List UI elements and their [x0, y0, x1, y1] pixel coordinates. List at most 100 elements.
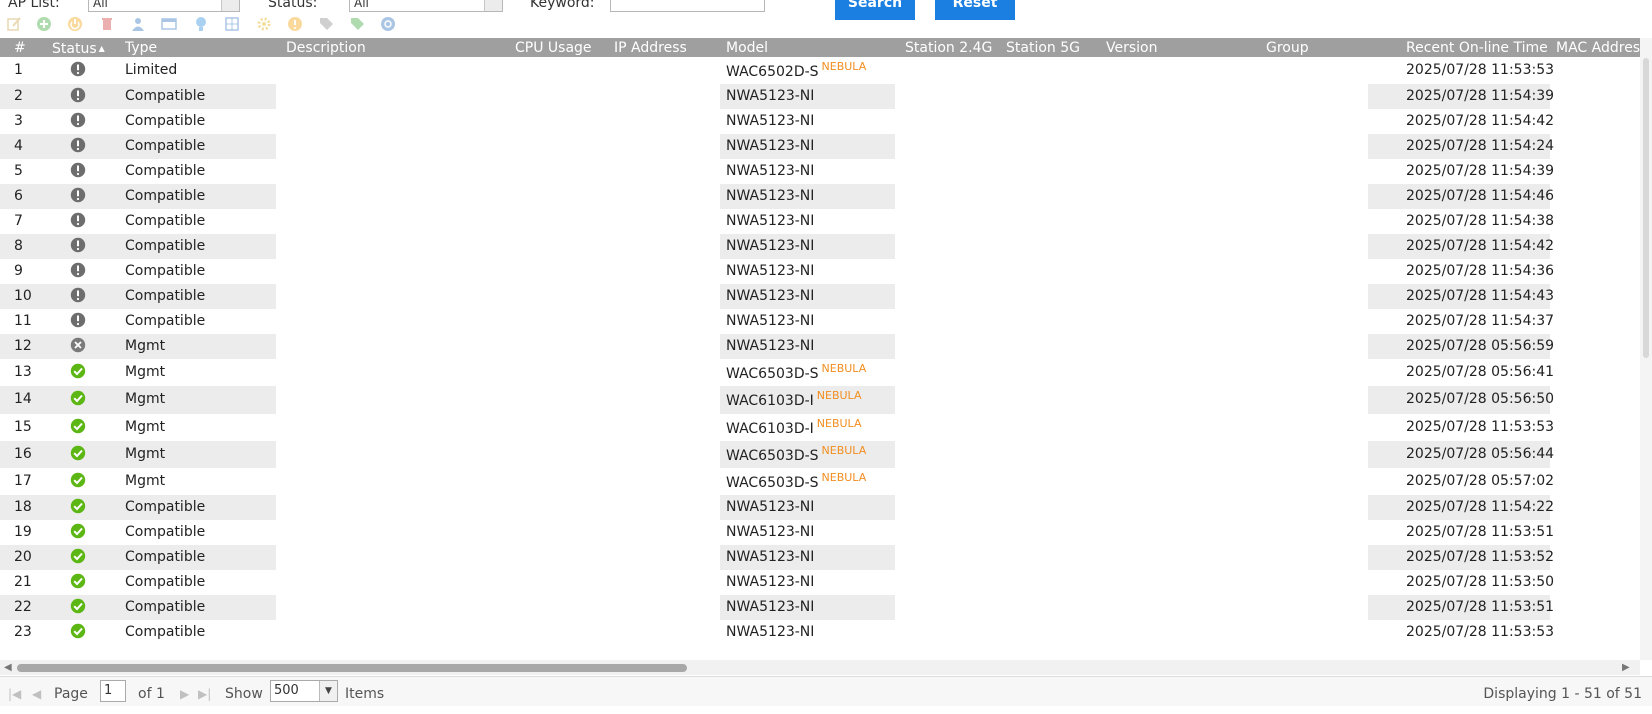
warning-icon[interactable] [287, 16, 303, 32]
table-row[interactable]: 14 Mgmt WAC6103D-I NEBULA 2025/07/28 05:56:5… [0, 386, 1648, 414]
table-row[interactable]: 15 Mgmt WAC6103D-I NEBULA 2025/07/28 11:53:5… [0, 414, 1648, 441]
table-row[interactable]: 13 Mgmt WAC6503D-S NEBULA 2025/07/28 05:56:4… [0, 359, 1648, 386]
col-header-mac-address[interactable]: MAC Address [1556, 38, 1648, 57]
power-icon[interactable] [67, 16, 83, 32]
table-row[interactable]: 12 Mgmt NWA5123-NI 2025/07/28 05:56:59 [0, 334, 1648, 359]
row-model: WAC6503D-S NEBULA [726, 444, 866, 464]
exclamation-icon [70, 287, 86, 303]
lightbulb-icon[interactable] [193, 16, 209, 32]
table-row[interactable]: 16 Mgmt WAC6503D-S NEBULA 2025/07/28 05:56:4… [0, 441, 1648, 468]
table-row[interactable]: 22 Compatible NWA5123-NI 2025/07/28 11:53:5… [0, 595, 1648, 620]
table-row[interactable]: 21 Compatible NWA5123-NI 2025/07/28 11:53:5… [0, 570, 1648, 595]
keyword-input[interactable] [610, 0, 765, 12]
row-number: 10 [14, 288, 32, 304]
col-header-description[interactable]: Description [286, 38, 366, 57]
row-model: NWA5123-NI [726, 88, 814, 104]
row-model: WAC6503D-S NEBULA [726, 471, 866, 491]
ap-list-select[interactable]: All [88, 0, 240, 12]
vertical-scrollbar-thumb[interactable] [1643, 58, 1649, 358]
col-header-cpu-usage[interactable]: CPU Usage [515, 38, 592, 57]
row-model: WAC6103D-I NEBULA [726, 389, 861, 409]
row-recent-online-time: 2025/07/28 11:54:24 [1406, 138, 1555, 154]
row-number: 23 [14, 624, 32, 640]
row-type: Compatible [125, 188, 206, 204]
delete-icon[interactable] [99, 16, 115, 32]
row-number: 20 [14, 549, 32, 565]
ap-list-value: All [93, 0, 108, 10]
row-type: Compatible [125, 313, 206, 329]
table-row[interactable]: 17 Mgmt WAC6503D-S NEBULA 2025/07/28 05:57:0… [0, 468, 1648, 495]
col-header-recent-online-time[interactable]: Recent On-line Time [1406, 38, 1548, 57]
table-row[interactable]: 7 Compatible NWA5123-NI 2025/07/28 11:54:38 [0, 209, 1648, 234]
row-model: NWA5123-NI [726, 499, 814, 515]
table-row[interactable]: 2 Compatible NWA5123-NI 2025/07/28 11:54:39 [0, 84, 1648, 109]
table-row[interactable]: 3 Compatible NWA5123-NI 2025/07/28 11:54:42 [0, 109, 1648, 134]
last-page-icon[interactable]: ▶| [198, 687, 211, 701]
row-model: NWA5123-NI [726, 574, 814, 590]
table-row[interactable]: 6 Compatible NWA5123-NI 2025/07/28 11:54:46 [0, 184, 1648, 209]
col-header-model[interactable]: Model [726, 38, 768, 57]
horizontal-scrollbar[interactable]: ◀ ▶ [0, 660, 1640, 675]
col-header-num[interactable]: # [14, 38, 26, 57]
table-row[interactable]: 9 Compatible NWA5123-NI 2025/07/28 11:54:36 [0, 259, 1648, 284]
row-type: Compatible [125, 288, 206, 304]
nebula-badge: NEBULA [821, 471, 867, 484]
page-number-input[interactable]: 1 [100, 680, 126, 702]
refresh-icon[interactable] [380, 16, 396, 32]
first-page-icon[interactable]: |◀ [8, 687, 21, 701]
table-row[interactable]: 4 Compatible NWA5123-NI 2025/07/28 11:54:24 [0, 134, 1648, 159]
edit-icon[interactable] [6, 16, 22, 32]
scroll-right-icon[interactable]: ▶ [1622, 662, 1630, 673]
tag-icon[interactable] [318, 16, 334, 32]
row-recent-online-time: 2025/07/28 05:56:59 [1406, 338, 1555, 354]
table-row[interactable]: 1 Limited WAC6502D-S NEBULA 2025/07/28 11:53… [0, 57, 1648, 84]
row-recent-online-time: 2025/07/28 11:54:22 [1406, 499, 1555, 515]
col-header-ip-address[interactable]: IP Address [614, 38, 687, 57]
model-name: NWA5123-NI [726, 188, 815, 204]
row-type: Mgmt [125, 391, 166, 407]
exclamation-icon [70, 162, 86, 178]
table-row[interactable]: 8 Compatible NWA5123-NI 2025/07/28 11:54:42 [0, 234, 1648, 259]
table-row[interactable]: 18 Compatible NWA5123-NI 2025/07/28 11:54:2… [0, 495, 1648, 520]
check-circle-icon [70, 523, 86, 539]
vertical-scrollbar[interactable] [1640, 38, 1652, 660]
row-recent-online-time: 2025/07/28 11:54:46 [1406, 188, 1555, 204]
row-type: Compatible [125, 499, 206, 515]
tag-add-icon[interactable] [349, 16, 365, 32]
page-size-select[interactable]: 500 ▼ [270, 680, 338, 702]
exclamation-icon [70, 61, 86, 77]
user-icon[interactable] [130, 16, 146, 32]
status-filter-select[interactable]: All [349, 0, 503, 12]
row-number: 5 [14, 163, 23, 179]
next-page-icon[interactable]: ▶ [180, 687, 189, 701]
network-icon[interactable] [224, 16, 240, 32]
table-row[interactable]: 23 Compatible NWA5123-NI 2025/07/28 11:53:5… [0, 620, 1648, 645]
check-circle-icon [70, 390, 86, 406]
col-header-group[interactable]: Group [1266, 38, 1309, 57]
row-recent-online-time: 2025/07/28 11:54:39 [1406, 163, 1555, 179]
nebula-badge: NEBULA [821, 362, 867, 375]
table-row[interactable]: 20 Compatible NWA5123-NI 2025/07/28 11:53:5… [0, 545, 1648, 570]
col-header-station-24g[interactable]: Station 2.4G [905, 38, 992, 57]
col-header-status[interactable]: Status ▲ [52, 38, 105, 57]
sort-ascending-icon: ▲ [98, 44, 105, 53]
prev-page-icon[interactable]: ◀ [32, 687, 41, 701]
row-recent-online-time: 2025/07/28 11:53:50 [1406, 574, 1555, 590]
scroll-left-icon[interactable]: ◀ [4, 662, 12, 673]
row-number: 7 [14, 213, 23, 229]
table-row[interactable]: 11 Compatible NWA5123-NI 2025/07/28 11:54:3… [0, 309, 1648, 334]
table-row[interactable]: 10 Compatible NWA5123-NI 2025/07/28 11:54:4… [0, 284, 1648, 309]
col-header-station-5g[interactable]: Station 5G [1006, 38, 1080, 57]
settings-icon[interactable] [256, 16, 272, 32]
add-icon[interactable] [36, 16, 52, 32]
row-type: Mgmt [125, 338, 166, 354]
horizontal-scrollbar-thumb[interactable] [17, 664, 687, 672]
row-number: 22 [14, 599, 32, 615]
row-model: NWA5123-NI [726, 288, 814, 304]
table-row[interactable]: 19 Compatible NWA5123-NI 2025/07/28 11:53:5… [0, 520, 1648, 545]
window-icon[interactable] [161, 16, 177, 32]
col-header-type[interactable]: Type [125, 38, 157, 57]
nebula-badge: NEBULA [821, 444, 867, 457]
col-header-version[interactable]: Version [1106, 38, 1157, 57]
table-row[interactable]: 5 Compatible NWA5123-NI 2025/07/28 11:54:39 [0, 159, 1648, 184]
